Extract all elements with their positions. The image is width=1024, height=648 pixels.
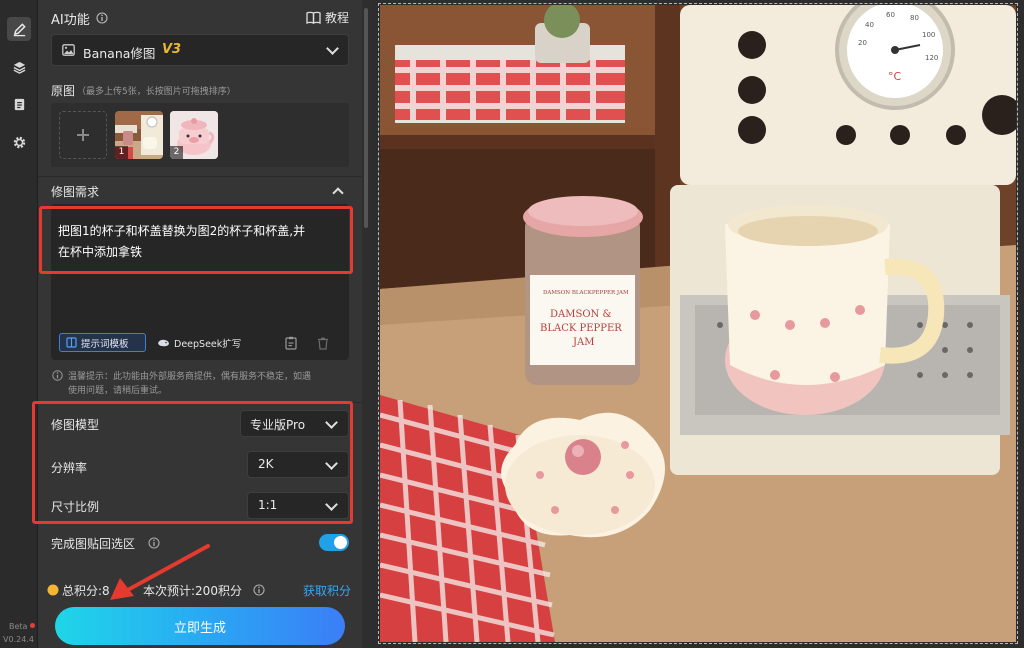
prompt-template-label: 提示词模板 (81, 338, 129, 350)
info-icon[interactable] (96, 12, 108, 24)
gauge-tick: 80 (910, 14, 919, 22)
thumb-index: 1 (115, 146, 128, 159)
beta-dot (30, 623, 35, 628)
originals-label: 原图 (51, 84, 76, 98)
reference-image-thumb[interactable]: 2 (170, 111, 218, 159)
tutorial-label: 教程 (325, 11, 350, 25)
jar-label-line3: JAM (572, 337, 594, 348)
layers-icon (13, 61, 25, 74)
info-icon[interactable] (253, 584, 265, 596)
toggle-knob (334, 536, 347, 549)
gauge-unit: °C (888, 70, 902, 83)
generate-button[interactable]: 立即生成 (55, 607, 345, 645)
jar-label-line1: DAMSON & (550, 309, 611, 320)
version-label: V0.24.4 (3, 635, 34, 644)
tutorial-link[interactable]: 教程 (306, 9, 349, 26)
gear-icon (13, 136, 25, 148)
beta-label: Beta (9, 622, 28, 631)
gauge-tick: 20 (858, 39, 867, 47)
prompt-template-button[interactable]: 提示词模板 (59, 333, 146, 352)
canvas-area[interactable]: °C 20 40 60 80 100 120 DAMSON BLACKPEPPE… (370, 0, 1024, 648)
add-image-button[interactable] (59, 111, 107, 159)
layers-tool-button[interactable] (7, 55, 31, 79)
gauge-tick: 60 (886, 11, 895, 19)
settings-highlight-frame (32, 401, 353, 524)
image-icon (62, 44, 75, 56)
jar-label-line2: BLACK PEPPER (540, 323, 622, 334)
jar-small-text: DAMSON BLACKPEPPER JAM (543, 290, 629, 296)
deepseek-label: DeepSeek扩写 (174, 338, 242, 350)
notice-text-line1: 温馨提示：此功能由外部服务商提供，偶有服务不稳定，如遇 (68, 372, 312, 382)
thumb-index: 2 (170, 146, 183, 159)
notice-text-line2: 使用问题，请稍后重试。 (68, 386, 168, 396)
canvas-photo[interactable]: °C 20 40 60 80 100 120 DAMSON BLACKPEPPE… (378, 3, 1018, 644)
gauge-tick: 120 (925, 54, 938, 62)
whale-icon (158, 339, 169, 346)
feature-version-badge: V3 (162, 42, 182, 57)
info-icon (52, 370, 63, 381)
plus-icon (77, 129, 89, 141)
book-icon (66, 337, 77, 348)
edit-tool-button[interactable] (7, 17, 31, 41)
feature-select[interactable]: Banana修图 V3 (51, 34, 349, 66)
clipboard-icon[interactable] (285, 336, 298, 350)
originals-hint: （最多上传5张，长按图片可拖拽排序） (77, 87, 236, 97)
paste-back-toggle[interactable] (319, 534, 349, 551)
prompt-highlight-frame (39, 206, 353, 274)
get-points-link[interactable]: 获取积分 (303, 582, 351, 599)
photo-illustration: °C 20 40 60 80 100 120 DAMSON BLACKPEPPE… (380, 5, 1016, 642)
panel-scrollbar[interactable] (362, 0, 370, 648)
document-tool-button[interactable] (7, 92, 31, 116)
original-image-thumb[interactable]: 1 (115, 111, 163, 159)
gauge-tick: 100 (922, 31, 935, 39)
coin-icon (47, 584, 59, 596)
ai-panel: AI功能 教程 Banana修图 V3 原图 （最多上传5张，长按图片可拖拽排序… (32, 0, 362, 648)
annotation-arrow (110, 544, 210, 600)
divider (38, 176, 362, 177)
gauge-tick: 40 (865, 21, 874, 29)
document-icon (14, 98, 24, 110)
deepseek-expand-button[interactable]: DeepSeek扩写 (152, 333, 244, 352)
book-icon (306, 11, 321, 24)
requirement-label: 修图需求 (51, 185, 100, 199)
trash-icon[interactable] (317, 337, 329, 350)
feature-select-value: Banana修图 (83, 46, 156, 61)
pencil-icon (13, 22, 26, 36)
panel-title: AI功能 (51, 13, 90, 28)
scrollbar-thumb[interactable] (364, 8, 368, 228)
chevron-up-icon[interactable] (332, 187, 344, 199)
chevron-down-icon (326, 42, 339, 55)
tool-rail: Beta V0.24.4 (0, 0, 38, 648)
settings-tool-button[interactable] (7, 130, 31, 154)
